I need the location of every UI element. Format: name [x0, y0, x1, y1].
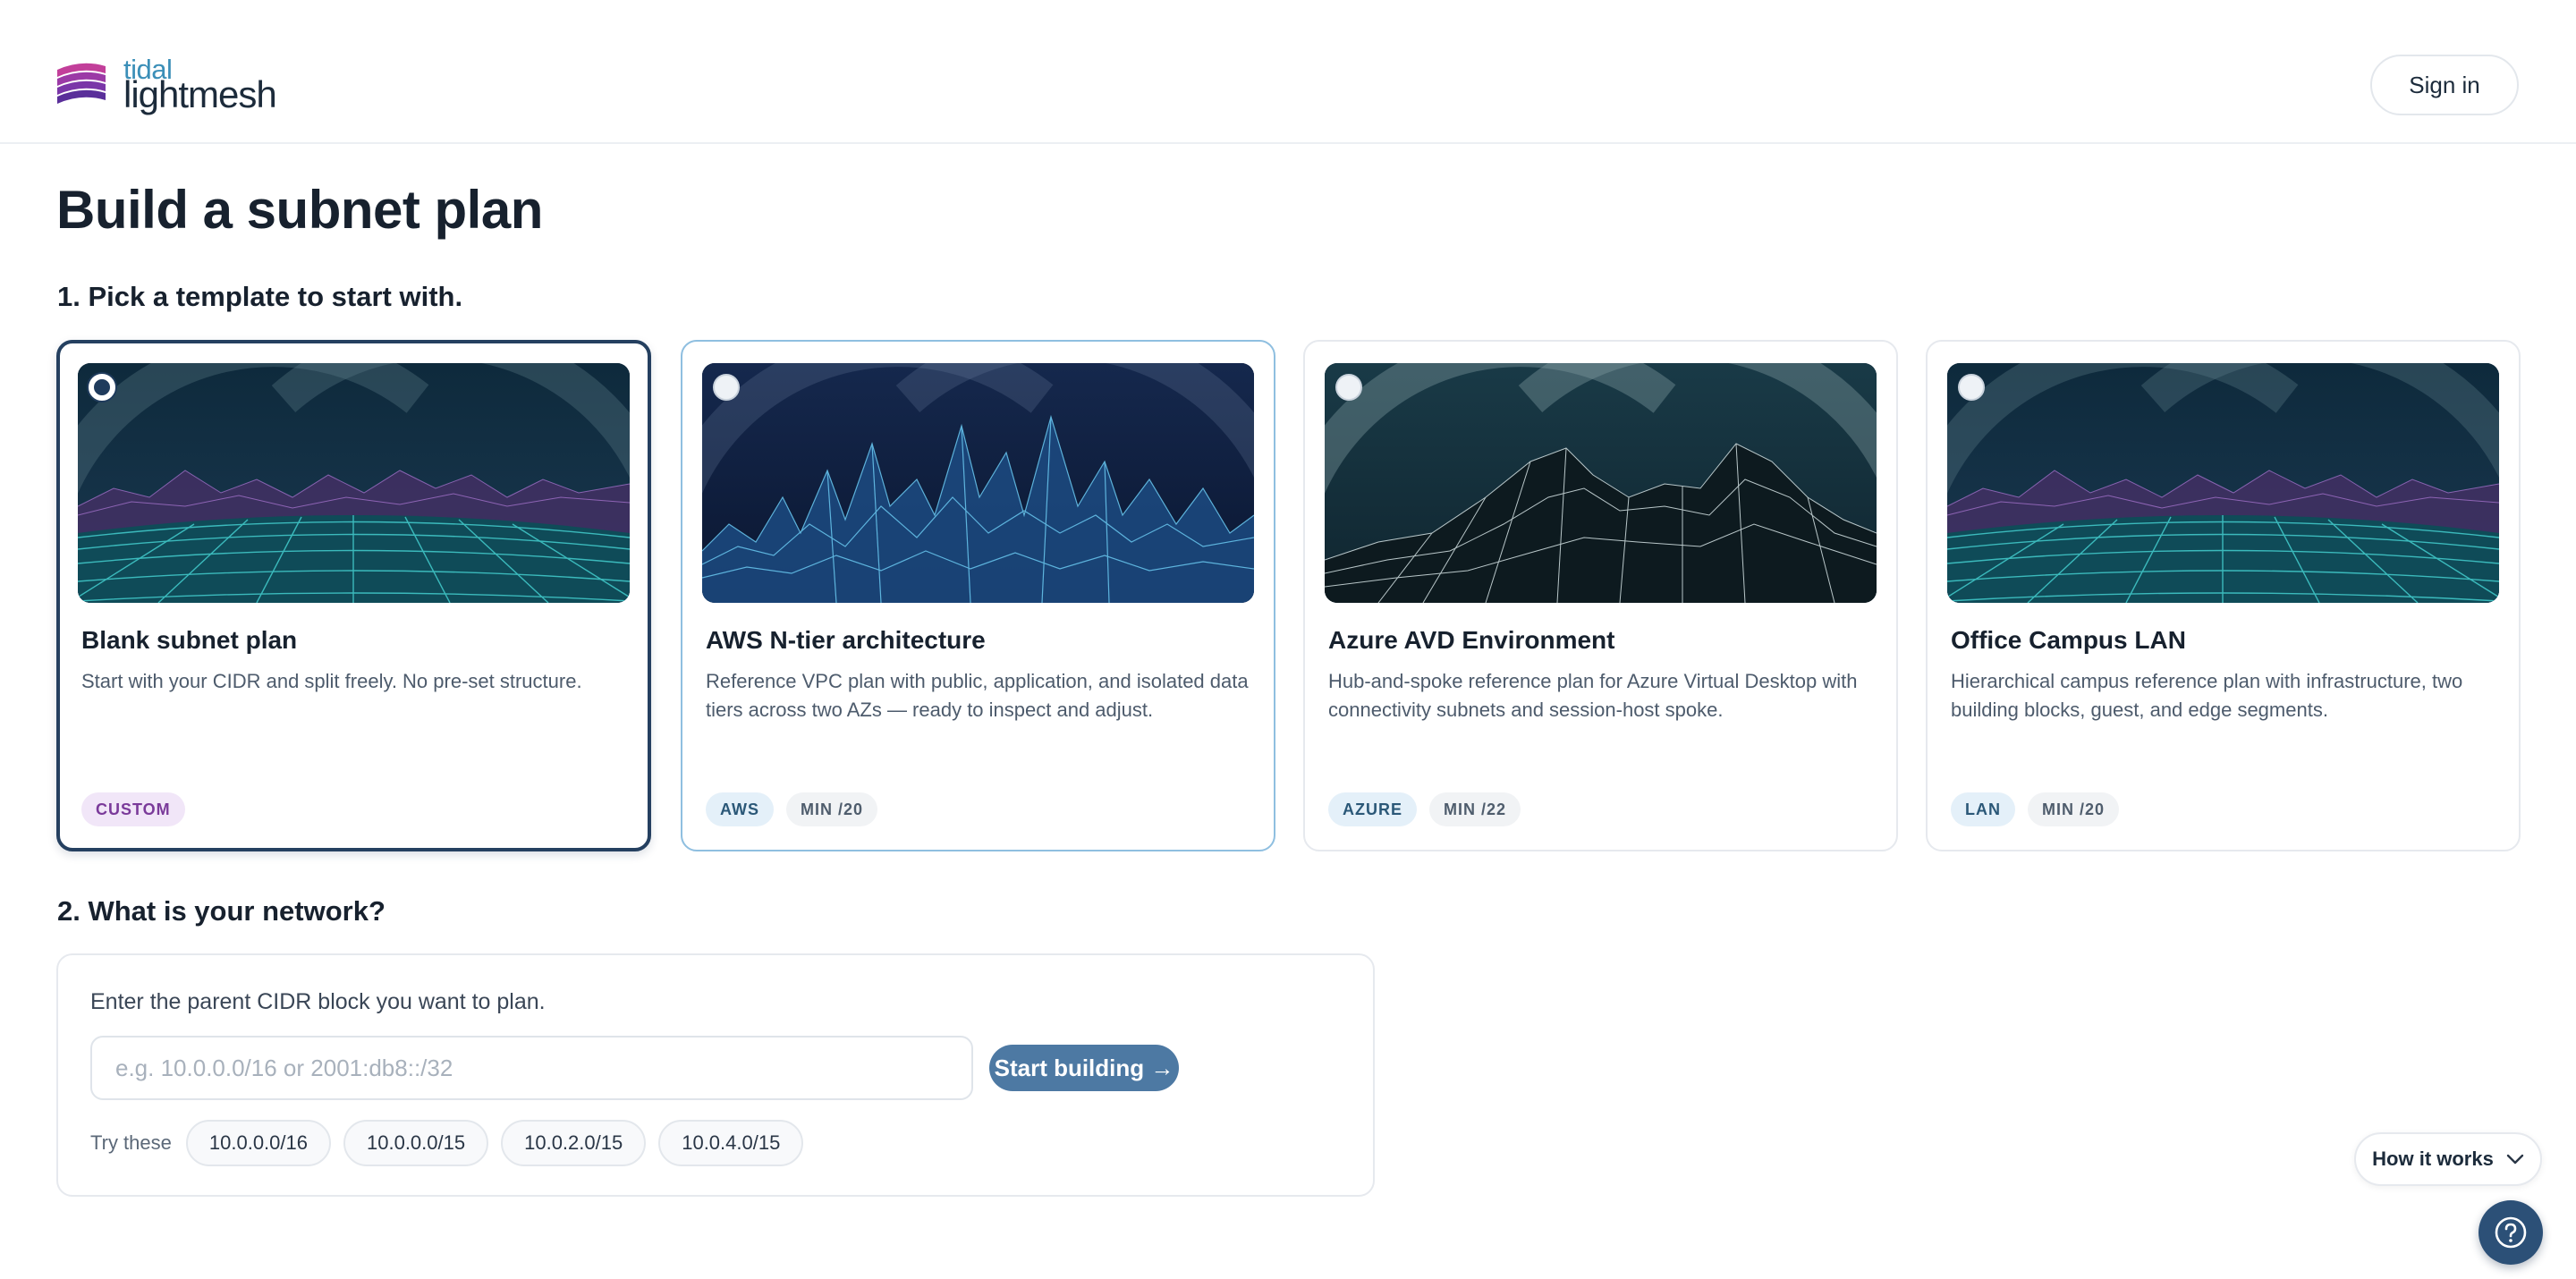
cidr-input-label: Enter the parent CIDR block you want to …	[90, 989, 546, 1014]
cidr-suggestion-chip[interactable]: 10.0.0.0/16	[185, 1120, 331, 1166]
template-description: Hub-and-spoke reference plan for Azure V…	[1328, 670, 1858, 721]
logo-text-lightmesh: lightmesh	[123, 73, 277, 115]
try-these-label: Try these	[90, 1131, 172, 1154]
template-description: Reference VPC plan with public, applicat…	[706, 670, 1249, 721]
chevron-down-icon	[2506, 1154, 2524, 1165]
template-card-campus-lan[interactable]: Office Campus LAN Hierarchical campus re…	[1926, 340, 2521, 851]
template-title: Blank subnet plan	[81, 626, 298, 654]
wireframe-peaks-image	[702, 363, 1254, 603]
template-title: AWS N-tier architecture	[706, 626, 986, 654]
template-radio[interactable]	[713, 374, 740, 401]
logo[interactable]: tidal lightmesh	[55, 54, 279, 116]
template-radio[interactable]	[1335, 374, 1362, 401]
template-title: Office Campus LAN	[1951, 626, 2186, 654]
help-button[interactable]	[2479, 1200, 2543, 1265]
template-thumbnail	[702, 363, 1254, 603]
sign-in-button[interactable]: Sign in	[2370, 55, 2519, 115]
wireframe-mountain-image	[1325, 363, 1877, 603]
template-description: Start with your CIDR and split freely. N…	[81, 670, 582, 692]
tag-min-prefix: MIN /20	[2028, 792, 2120, 826]
template-card-blank[interactable]: Blank subnet plan Start with your CIDR a…	[56, 340, 651, 851]
network-input-panel: Enter the parent CIDR block you want to …	[56, 953, 1375, 1197]
template-tags: LAN MIN /20	[1951, 792, 2120, 826]
template-card-aws[interactable]: AWS N-tier architecture Reference VPC pl…	[681, 340, 1275, 851]
start-building-button[interactable]: Start building →	[989, 1045, 1179, 1091]
cidr-suggestion-chip[interactable]: 10.0.2.0/15	[501, 1120, 647, 1166]
template-tags: AZURE MIN /22	[1328, 792, 1521, 826]
how-it-works-button[interactable]: How it works	[2354, 1132, 2542, 1186]
question-circle-icon	[2495, 1216, 2527, 1249]
cidr-suggestion-chip[interactable]: 10.0.4.0/15	[658, 1120, 804, 1166]
template-description: Hierarchical campus reference plan with …	[1951, 670, 2463, 721]
lightmesh-logo-icon	[57, 63, 106, 104]
step-1-heading: 1. Pick a template to start with.	[57, 281, 463, 312]
cidr-suggestion-chip[interactable]: 10.0.0.0/15	[343, 1120, 489, 1166]
how-it-works-label: How it works	[2372, 1148, 2494, 1170]
wireframe-landscape-image	[78, 363, 630, 603]
template-tags: CUSTOM	[81, 792, 185, 826]
template-thumbnail	[1947, 363, 2499, 603]
cidr-input[interactable]	[90, 1036, 973, 1100]
tag-min-prefix: MIN /22	[1429, 792, 1521, 826]
wireframe-landscape-image	[1947, 363, 2499, 603]
template-tags: AWS MIN /20	[706, 792, 878, 826]
template-radio[interactable]	[89, 374, 115, 401]
page: tidal lightmesh Sign in Build a subnet p…	[0, 0, 2576, 1279]
tag-provider: AZURE	[1328, 792, 1417, 826]
cidr-suggestions: Try these 10.0.0.0/16 10.0.0.0/15 10.0.2…	[90, 1120, 804, 1166]
template-thumbnail	[1325, 363, 1877, 603]
tag-custom: CUSTOM	[81, 792, 185, 826]
tag-provider: LAN	[1951, 792, 2015, 826]
tag-provider: AWS	[706, 792, 775, 826]
top-header: tidal lightmesh Sign in	[0, 0, 2576, 144]
template-title: Azure AVD Environment	[1328, 626, 1615, 654]
template-thumbnail	[78, 363, 630, 603]
step-2-heading: 2. What is your network?	[57, 895, 386, 927]
template-card-azure[interactable]: Azure AVD Environment Hub-and-spoke refe…	[1303, 340, 1898, 851]
template-radio[interactable]	[1958, 374, 1985, 401]
tag-min-prefix: MIN /20	[786, 792, 878, 826]
page-title: Build a subnet plan	[56, 180, 543, 240]
